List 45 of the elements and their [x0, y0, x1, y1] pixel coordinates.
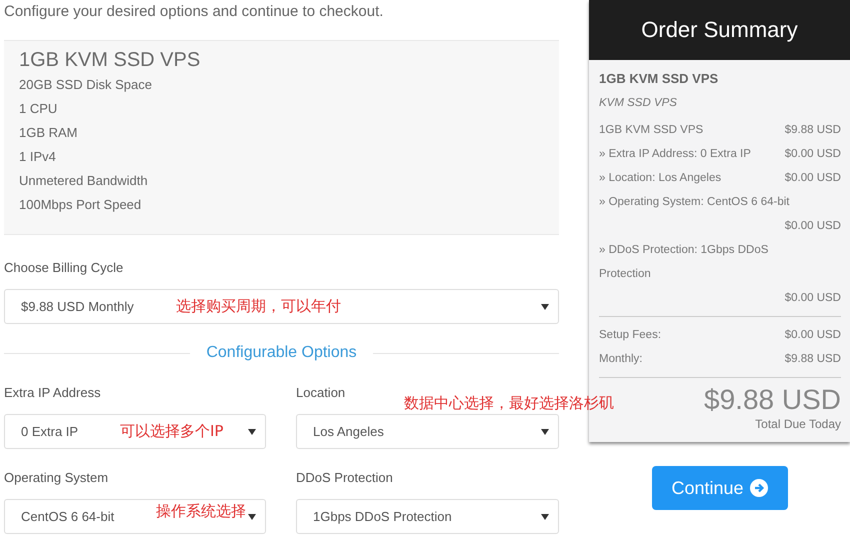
feature-text: Unmetered Bandwidth [19, 172, 149, 190]
line-price: $0.00 USD [784, 219, 841, 234]
line-label: 1GB KVM SSD VPS [599, 123, 704, 138]
caret-icon [248, 514, 256, 520]
product-group: KVM SSD VPS [599, 88, 841, 118]
caret-icon [541, 514, 549, 520]
field-label: Operating System [4, 469, 110, 487]
field-label: Choose Billing Cycle [4, 259, 124, 277]
summary-title: Order Summary [589, 0, 850, 60]
annotation-note: 选择购买周期，可以年付 [176, 297, 341, 316]
field-label: Location [296, 384, 346, 402]
line-price: $9.88 USD [784, 123, 841, 138]
line-price: $0.00 USD [784, 171, 841, 186]
feature-text: 1GB RAM [19, 124, 79, 142]
line-label: » Extra IP Address: 0 Extra IP [599, 147, 751, 162]
line-price: $0.00 USD [784, 147, 841, 162]
product-title: 1GB KVM SSD VPS [19, 48, 202, 73]
total-caption: Total Due Today [755, 416, 841, 432]
line-label: Monthly: [599, 352, 642, 367]
line-label: Setup Fees: [599, 328, 662, 343]
line-label: » Location: Los Angeles [599, 171, 722, 186]
total-amount: $9.88 USD [704, 384, 841, 416]
annotation-note: 数据中心选择，最好选择洛杉矶 [404, 394, 614, 413]
summary-product: 1GB KVM SSD VPS [599, 70, 720, 88]
field-label: Extra IP Address [4, 384, 102, 402]
line-price: $9.88 USD [784, 352, 841, 367]
line-label: » Operating System: CentOS 6 64-bit [599, 195, 790, 210]
feature-text: 1 CPU [19, 100, 58, 118]
section-heading: Configurable Options [206, 344, 357, 362]
field-label: DDoS Protection [296, 469, 394, 487]
feature-text: 1 IPv4 [19, 148, 57, 166]
caret-icon [248, 428, 256, 434]
caret-icon [541, 428, 549, 434]
annotation-note: 操作系统选择 [156, 502, 246, 521]
line-price: $0.00 USD [784, 328, 841, 343]
annotation-note: 可以选择多个IP [120, 422, 224, 441]
dropdown[interactable]: Los Angeles [296, 414, 559, 449]
line-price: $0.00 USD [784, 291, 841, 306]
dropdown[interactable]: 1Gbps DDoS Protection [296, 499, 559, 534]
line-label: » DDoS Protection: 1Gbps DDoS Protection [599, 243, 770, 282]
feature-text: 100Mbps Port Speed [19, 196, 142, 214]
caret-icon [541, 304, 549, 310]
intro-text: Configure your desired options and continue to checkout. [4, 2, 384, 22]
feature-text: 20GB SSD Disk Space [19, 76, 153, 94]
arrow-circle-icon [750, 479, 768, 497]
